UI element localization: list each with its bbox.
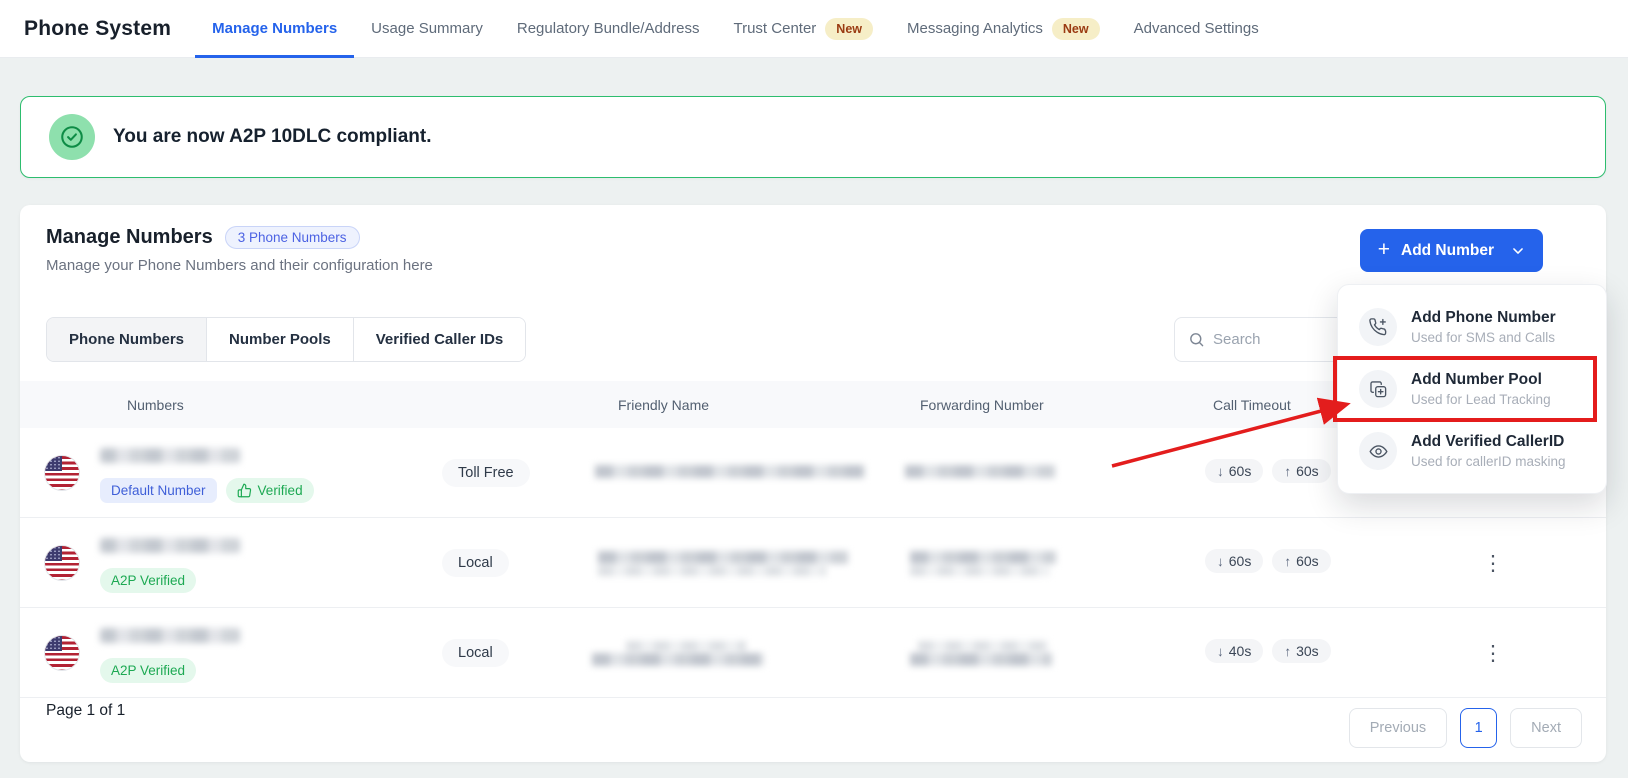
redacted-friendly-name — [598, 551, 848, 564]
col-call-timeout: Call Timeout — [1213, 381, 1291, 428]
col-forwarding-number: Forwarding Number — [920, 381, 1044, 428]
nav-tab-regulatory-bundle[interactable]: Regulatory Bundle/Address — [500, 0, 717, 58]
add-number-button[interactable]: + Add Number — [1360, 229, 1543, 272]
nav-tab-messaging-analytics[interactable]: Messaging AnalyticsNew — [890, 0, 1117, 58]
list-tabs: Phone Numbers Number Pools Verified Call… — [46, 317, 526, 362]
top-bar: Phone System Manage Numbers Usage Summar… — [0, 0, 1628, 58]
incoming-timeout-badge: ↓40s — [1205, 639, 1263, 663]
tab-verified-caller-ids[interactable]: Verified Caller IDs — [353, 318, 526, 361]
page-subtitle: Manage your Phone Numbers and their conf… — [46, 257, 433, 274]
arrow-up-icon: ↑ — [1284, 644, 1291, 659]
redacted-friendly-name — [626, 641, 746, 651]
table-row: A2P Verified Local ↓60s ↑60s ⋮ — [20, 518, 1606, 608]
default-number-badge: Default Number — [100, 478, 217, 503]
app-title: Phone System — [24, 17, 171, 41]
incoming-timeout-badge: ↓60s — [1205, 549, 1263, 573]
table-row: A2P Verified Local ↓40s ↑30s ⋮ — [20, 608, 1606, 698]
nav-tab-manage-numbers[interactable]: Manage Numbers — [195, 0, 354, 58]
tab-number-pools[interactable]: Number Pools — [206, 318, 353, 361]
search-icon — [1188, 331, 1205, 348]
kebab-menu-icon[interactable]: ⋮ — [1482, 547, 1504, 579]
nav-tab-trust-center[interactable]: Trust CenterNew — [716, 0, 890, 58]
redacted-friendly-name — [598, 566, 826, 576]
compliance-message: You are now A2P 10DLC compliant. — [113, 126, 432, 148]
redacted-phone-number — [100, 538, 240, 553]
us-flag-icon — [44, 635, 80, 671]
redacted-forwarding-number — [910, 551, 1056, 564]
page-status: Page 1 of 1 — [46, 702, 125, 720]
redacted-forwarding-number — [910, 653, 1052, 666]
main-nav: Manage Numbers Usage Summary Regulatory … — [195, 0, 1276, 58]
col-friendly-name: Friendly Name — [618, 381, 709, 428]
outgoing-timeout-badge: ↑30s — [1272, 639, 1330, 663]
kebab-menu-icon[interactable]: ⋮ — [1482, 637, 1504, 669]
menu-item-add-number-pool[interactable]: Add Number Pool Used for Lead Tracking — [1338, 358, 1606, 420]
previous-button[interactable]: Previous — [1349, 708, 1447, 748]
outgoing-timeout-badge: ↑60s — [1272, 549, 1330, 573]
us-flag-icon — [44, 455, 80, 491]
arrow-up-icon: ↑ — [1284, 554, 1291, 569]
add-number-dropdown: Add Phone Number Used for SMS and Calls … — [1337, 284, 1607, 494]
nav-tab-usage-summary[interactable]: Usage Summary — [354, 0, 500, 58]
col-numbers: Numbers — [127, 381, 184, 428]
outgoing-timeout-badge: ↑60s — [1272, 459, 1330, 483]
page-1-button[interactable]: 1 — [1460, 708, 1497, 748]
compliance-banner: You are now A2P 10DLC compliant. — [20, 96, 1606, 178]
arrow-up-icon: ↑ — [1284, 464, 1291, 479]
chevron-down-icon — [1511, 244, 1525, 258]
pagination: Previous 1 Next — [1349, 708, 1582, 748]
page-title: Manage Numbers — [46, 226, 213, 249]
number-type-badge: Local — [442, 549, 509, 577]
redacted-friendly-name — [595, 465, 865, 478]
next-button[interactable]: Next — [1510, 708, 1582, 748]
new-badge: New — [1052, 18, 1100, 40]
number-type-badge: Toll Free — [442, 459, 530, 487]
check-seal-icon — [49, 114, 95, 160]
a2p-verified-badge: A2P Verified — [100, 658, 196, 683]
phone-count-badge: 3 Phone Numbers — [225, 226, 360, 249]
tab-phone-numbers[interactable]: Phone Numbers — [47, 318, 206, 361]
arrow-down-icon: ↓ — [1217, 644, 1224, 659]
number-pool-icon — [1359, 370, 1397, 408]
plus-icon: + — [1378, 239, 1390, 260]
arrow-down-icon: ↓ — [1217, 554, 1224, 569]
redacted-forwarding-number — [918, 641, 1048, 651]
redacted-forwarding-number — [905, 465, 1055, 478]
thumbs-up-icon — [237, 483, 252, 498]
verified-badge: Verified — [226, 478, 314, 503]
us-flag-icon — [44, 545, 80, 581]
menu-item-add-phone-number[interactable]: Add Phone Number Used for SMS and Calls — [1338, 296, 1606, 358]
redacted-forwarding-number — [910, 566, 1050, 576]
menu-item-add-verified-callerid[interactable]: Add Verified CallerID Used for callerID … — [1338, 420, 1606, 482]
number-type-badge: Local — [442, 639, 509, 667]
a2p-verified-badge: A2P Verified — [100, 568, 196, 593]
redacted-friendly-name — [592, 653, 764, 666]
phone-plus-icon — [1359, 308, 1397, 346]
incoming-timeout-badge: ↓60s — [1205, 459, 1263, 483]
eye-icon — [1359, 432, 1397, 470]
nav-tab-advanced-settings[interactable]: Advanced Settings — [1117, 0, 1276, 58]
new-badge: New — [825, 18, 873, 40]
redacted-phone-number — [100, 628, 240, 643]
redacted-phone-number — [100, 448, 240, 463]
arrow-down-icon: ↓ — [1217, 464, 1224, 479]
